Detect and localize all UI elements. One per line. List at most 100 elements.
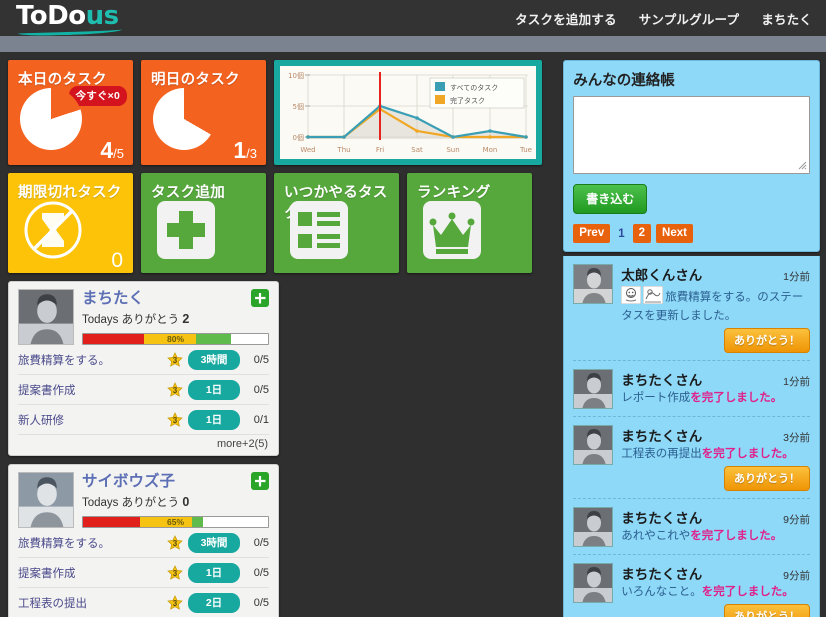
thanks-button[interactable]: ありがとう！ [724,466,810,491]
task-row[interactable]: 工程表の提出 3 2日 0/5 [18,588,269,617]
tile-ranking[interactable]: ランキング [407,173,532,273]
task-progress-fraction: 0/5 [253,597,269,609]
post-comment-button[interactable]: 書き込む [573,184,648,214]
task-duration-pill[interactable]: 3時間 [188,533,240,553]
logo-underline-swoosh [17,26,123,37]
today-fraction: 4/5 [100,139,124,162]
pie-1-of-3 [153,88,215,150]
thanks-line: Todays ありがとう 2 [82,311,269,327]
svg-text:Fri: Fri [376,146,384,154]
tile-today-tasks[interactable]: 本日のタスク 今すぐ×0 4/5 [8,60,133,165]
feed-text-done: を完了しました。 [701,448,794,460]
tile-tomorrow-tasks[interactable]: 明日のタスク 1/3 [141,60,266,165]
tomorrow-pie-chart [153,88,215,150]
add-task-button[interactable] [251,472,269,490]
add-task-button[interactable] [251,289,269,307]
pager-page-1[interactable]: 1 [615,228,627,240]
feed-user-name[interactable]: まちたくさん [621,425,702,445]
progress-label: 80% [166,334,184,344]
pager-next[interactable]: Next [656,224,693,243]
tile-add-task[interactable]: タスク追加 [141,173,266,273]
avatar-taro[interactable] [573,264,614,304]
summary-tiles-row-1: 本日のタスク 今すぐ×0 4/5 明日のタスク 1/3 10個 5個 0個 We… [8,60,555,165]
avatar-machitaku[interactable] [573,507,614,547]
priority-value: 3 [172,598,178,608]
ytick-0: 0個 [293,133,304,142]
overdue-count: 0 [111,249,123,272]
pagination: Prev 1 2 Next [573,224,810,243]
app-logo[interactable]: ToDous [16,1,126,37]
feed-text-done: を完了しました。 [690,530,783,542]
feed-user-name[interactable]: まちたくさん [621,563,702,583]
summary-tiles-row-2: 期限切れタスク 0 タスク追加 いつかやるタス ランキング [8,173,555,273]
svg-text:Sat: Sat [411,146,423,154]
more-tasks-link[interactable]: more+2(5) [18,435,269,452]
task-duration-pill[interactable]: 3時間 [188,350,240,370]
feed-user-name[interactable]: まちたくさん [621,369,702,389]
comment-textarea[interactable] [573,96,810,174]
plus-icon [155,199,217,261]
tile-overdue-title: 期限切れタスク [18,185,122,201]
nav-add-task[interactable]: タスクを追加する [515,9,617,28]
svg-text:Tue: Tue [519,146,532,154]
feed-timestamp: 1分前 [783,376,810,388]
task-row[interactable]: 旅費精算をする。 3 3時間 0/5 [18,345,269,375]
user-card-info: サイボウズ子 Todays ありがとう 0 65% [82,472,269,528]
chart-legend: すべてのタスク 完了タスク [429,77,525,109]
user-name[interactable]: まちたく [82,289,269,308]
task-row[interactable]: 新人研修 3 1日 0/1 [18,405,269,435]
user-card-info: まちたく Todays ありがとう 2 80% [82,289,269,345]
task-name: 工程表の提出 [18,598,87,610]
progress-bar: 80% [82,333,269,345]
today-pie-chart [20,88,82,150]
feed-text-prefix: レポート作成 [621,392,691,404]
avatar-machitaku[interactable] [573,369,614,409]
thanks-button[interactable]: ありがとう！ [724,328,810,353]
feed-user-name[interactable]: 太郎くんさん [621,264,702,284]
thanks-button[interactable]: ありがとう！ [724,604,810,617]
task-row[interactable]: 提案書作成 3 1日 0/5 [18,375,269,405]
feed-text: いろんなこと。を完了しました。 [621,585,810,600]
user-card-header: まちたく Todays ありがとう 2 80% [18,289,269,345]
sub-bar [0,36,826,52]
priority-star-icon: 3 [167,565,183,581]
tile-someday-tasks[interactable]: いつかやるタスク [274,173,399,273]
today-den: /5 [113,146,124,161]
pager-page-2[interactable]: 2 [632,224,652,243]
avatar-machitaku[interactable] [573,563,614,603]
task-row[interactable]: 旅費精算をする。 3 3時間 0/5 [18,528,269,558]
svg-text:完了タスク: 完了タスク [450,96,485,105]
task-duration-pill[interactable]: 1日 [188,563,240,583]
top-navigation-bar: ToDous タスクを追加する サンプルグループ まちたく [0,0,826,37]
pager-prev[interactable]: Prev [573,224,611,243]
priority-star-icon: 3 [167,412,183,428]
task-duration-pill[interactable]: 1日 [188,380,240,400]
svg-text:Sun: Sun [446,146,459,154]
feed-item-top: まちたくさん 9分前 [621,507,810,527]
task-row[interactable]: 提案書作成 3 1日 0/5 [18,558,269,588]
feed-timestamp: 9分前 [783,570,810,582]
avatar-cybozuko[interactable] [18,472,74,528]
priority-star-icon: 3 [167,535,183,551]
tile-task-trend-chart[interactable]: 10個 5個 0個 Wed Thu Fri Sat Sun Mon Tue すべ… [274,60,542,165]
tomorrow-fraction: 1/3 [233,139,257,162]
tile-ranking-title: ランキング [417,185,491,201]
feed-user-name[interactable]: まちたくさん [621,507,702,527]
feed-item: まちたくさん 3分前 工程表の再提出を完了しました。 ありがとう！ [573,417,810,499]
priority-star-icon: 3 [167,595,183,611]
nav-group[interactable]: サンプルグループ [639,9,739,28]
sticker2-icon [642,285,664,309]
user-task-card: サイボウズ子 Todays ありがとう 0 65% 旅費精算をする。 3 3時間 0/5 提案… [8,464,279,617]
avatar-machitaku[interactable] [18,289,74,345]
user-name[interactable]: サイボウズ子 [82,472,269,491]
feed-item-body: まちたくさん 1分前 レポート作成を完了しました。 [621,369,810,409]
nav-user[interactable]: まちたく [761,9,812,28]
right-column: みんなの連絡帳 書き込む Prev 1 2 Next 太郎くんさん 1分前 旅費精算… [563,60,820,617]
avatar-machitaku[interactable] [573,425,614,465]
task-duration-pill[interactable]: 1日 [188,410,240,430]
svg-text:Mon: Mon [483,146,498,154]
feed-item: まちたくさん 9分前 あれやこれやを完了しました。 [573,499,810,555]
thanks-count: 0 [182,495,190,509]
task-duration-pill[interactable]: 2日 [188,593,240,613]
tile-overdue-tasks[interactable]: 期限切れタスク 0 [8,173,133,273]
